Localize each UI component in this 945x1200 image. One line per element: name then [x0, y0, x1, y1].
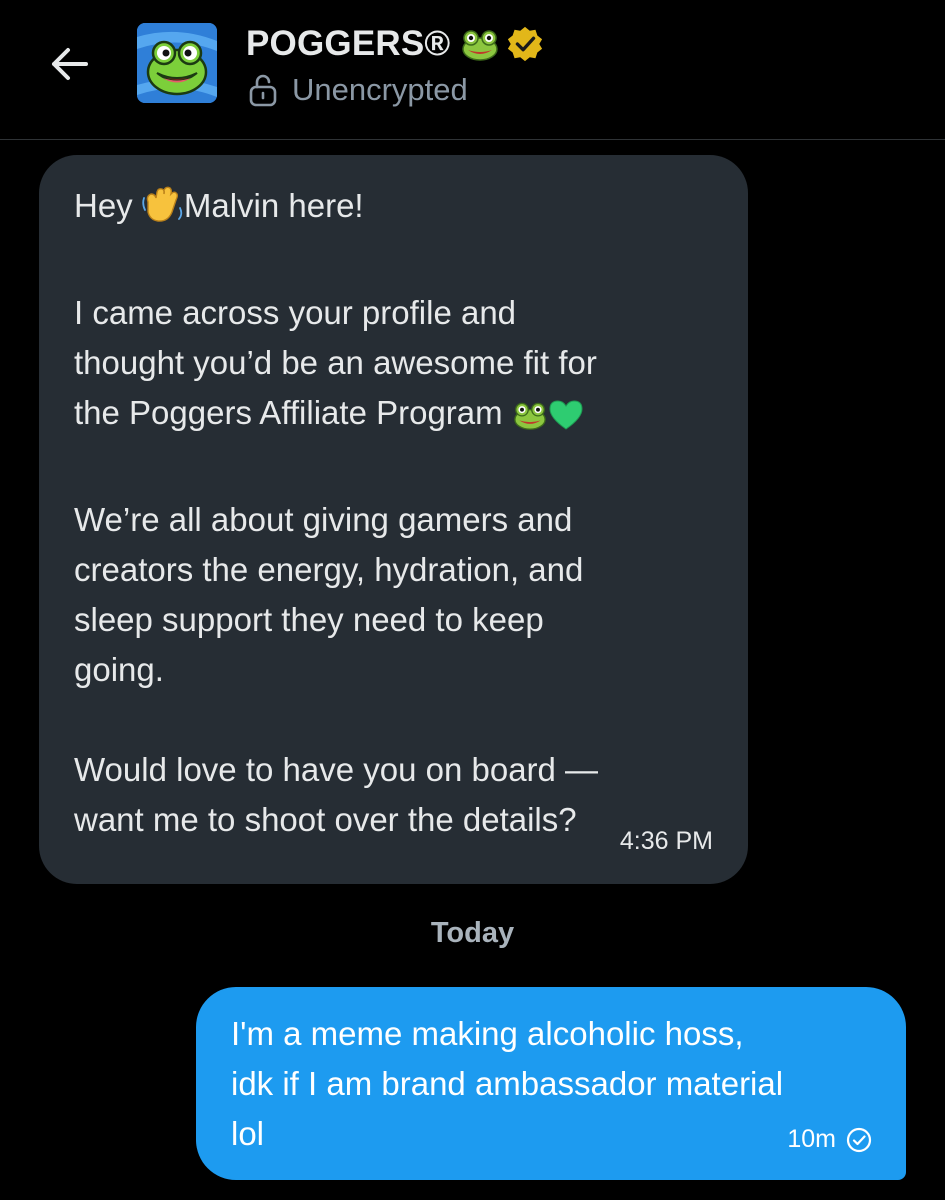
frog-avatar-icon: [137, 23, 217, 103]
message-line: sleep support they need to keep: [74, 601, 544, 638]
message-line: lol: [231, 1115, 265, 1152]
message-line: Would love to have you on board —: [74, 751, 599, 788]
green-heart-icon: [548, 395, 584, 445]
message-line: the Poggers Affiliate Program: [74, 388, 734, 445]
avatar[interactable]: [137, 23, 217, 103]
message-line: I'm a meme making alcoholic hoss,: [231, 1015, 744, 1052]
check-circle-icon: [846, 1127, 872, 1152]
message-line: thought you’d be an awesome fit for: [74, 344, 597, 381]
message-line: going.: [74, 651, 164, 688]
frog-face-icon: [512, 395, 548, 445]
message-line: We’re all about giving gamers and: [74, 501, 573, 538]
outgoing-message-text: I'm a meme making alcoholic hoss, idk if…: [231, 1009, 881, 1159]
incoming-message-text: Hey Malvin here! I came across your prof…: [74, 181, 734, 845]
arrow-left-icon: [52, 48, 88, 80]
dm-conversation-screen: POGGERS® Unencrypted Hey Malvin here! I …: [0, 0, 945, 1200]
frog-face-icon: [462, 30, 499, 61]
message-line: I came across your profile and: [74, 294, 517, 331]
encryption-status: Unencrypted: [248, 70, 468, 110]
date-separator: Today: [430, 917, 515, 949]
outgoing-timestamp: 10m: [787, 1125, 836, 1153]
message-line: creators the energy, hydration, and: [74, 551, 584, 588]
outgoing-meta: 10m: [787, 1125, 872, 1154]
message-line: Hey Malvin here!: [74, 181, 734, 238]
conversation-header: POGGERS® Unencrypted: [0, 0, 945, 140]
verified-badge-icon: [508, 26, 543, 62]
incoming-timestamp: 4:36 PM: [619, 827, 713, 855]
back-button[interactable]: [44, 40, 92, 88]
message-line: idk if I am brand ambassador material: [231, 1065, 784, 1102]
contact-name-row[interactable]: POGGERS®: [246, 22, 544, 66]
unlock-icon: [249, 74, 277, 107]
waving-hand-icon: [142, 186, 184, 238]
encryption-label: Unencrypted: [292, 72, 468, 107]
incoming-message-bubble[interactable]: Hey Malvin here! I came across your prof…: [39, 155, 748, 884]
contact-name: POGGERS®: [246, 24, 451, 63]
outgoing-message-bubble[interactable]: I'm a meme making alcoholic hoss, idk if…: [196, 987, 906, 1180]
